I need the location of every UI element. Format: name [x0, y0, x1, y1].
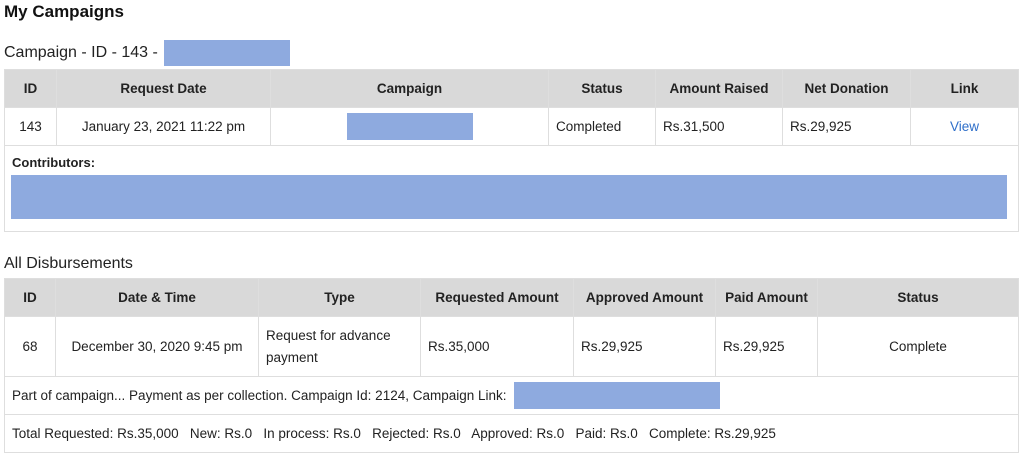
contributors-label: Contributors:	[12, 155, 96, 170]
redacted-contributors	[11, 175, 1007, 219]
campaign-status: Completed	[548, 107, 656, 146]
campaign-heading: Campaign - ID - 143 -	[4, 40, 290, 66]
campaign-amount-raised: Rs.31,500	[655, 107, 783, 146]
disbursement-requested-amount: Rs.35,000	[420, 316, 574, 377]
disbursements-table-header: ID Date & Time Type Requested Amount App…	[4, 278, 1019, 317]
disbursement-note: Part of campaign... Payment as per colle…	[12, 388, 507, 403]
disbursement-date-time: December 30, 2020 9:45 pm	[55, 316, 259, 377]
disbursement-id: 68	[4, 316, 56, 377]
col-approved-amount: Approved Amount	[573, 278, 716, 317]
col-requested-amount: Requested Amount	[420, 278, 574, 317]
redacted-campaign-link	[514, 382, 721, 409]
col-amount-raised: Amount Raised	[655, 69, 783, 108]
col-disb-id: ID	[4, 278, 56, 317]
page-title: My Campaigns	[4, 2, 124, 21]
disbursement-totals: Total Requested: Rs.35,000 New: Rs.0 In …	[4, 414, 1019, 453]
disbursements-table: ID Date & Time Type Requested Amount App…	[4, 278, 1019, 453]
campaign-heading-text: Campaign - ID - 143 -	[4, 44, 158, 61]
campaign-row: 143 January 23, 2021 11:22 pm Completed …	[4, 107, 1019, 146]
disbursement-type: Request for advance payment	[258, 316, 421, 377]
disbursements-heading: All Disbursements	[4, 255, 133, 272]
campaign-request-date: January 23, 2021 11:22 pm	[56, 107, 271, 146]
contributors-cell: Contributors:	[4, 145, 1019, 232]
redacted-campaign-name	[163, 40, 290, 66]
col-status: Status	[548, 69, 656, 108]
col-link: Link	[910, 69, 1019, 108]
campaign-net-donation: Rs.29,925	[782, 107, 911, 146]
col-net-donation: Net Donation	[782, 69, 911, 108]
col-disb-status: Status	[817, 278, 1019, 317]
campaign-table: ID Request Date Campaign Status Amount R…	[4, 69, 1019, 232]
redacted-campaign-title	[346, 113, 473, 140]
disbursement-row: 68 December 30, 2020 9:45 pm Request for…	[4, 316, 1019, 377]
disbursement-totals-row: Total Requested: Rs.35,000 New: Rs.0 In …	[4, 414, 1019, 453]
disbursement-paid-amount: Rs.29,925	[715, 316, 818, 377]
view-link-cell: View	[910, 107, 1019, 146]
view-link[interactable]: View	[950, 119, 979, 134]
contributors-row: Contributors:	[4, 145, 1019, 232]
disbursement-status: Complete	[817, 316, 1019, 377]
col-date-time: Date & Time	[55, 278, 259, 317]
col-paid-amount: Paid Amount	[715, 278, 818, 317]
disbursement-note-cell: Part of campaign... Payment as per colle…	[4, 376, 1019, 415]
col-id: ID	[4, 69, 57, 108]
disbursement-approved-amount: Rs.29,925	[573, 316, 716, 377]
col-type: Type	[258, 278, 421, 317]
campaign-name-cell	[270, 107, 549, 146]
disbursement-note-row: Part of campaign... Payment as per colle…	[4, 376, 1019, 415]
campaign-table-header: ID Request Date Campaign Status Amount R…	[4, 69, 1019, 108]
col-request-date: Request Date	[56, 69, 271, 108]
campaign-id: 143	[4, 107, 57, 146]
col-campaign: Campaign	[270, 69, 549, 108]
